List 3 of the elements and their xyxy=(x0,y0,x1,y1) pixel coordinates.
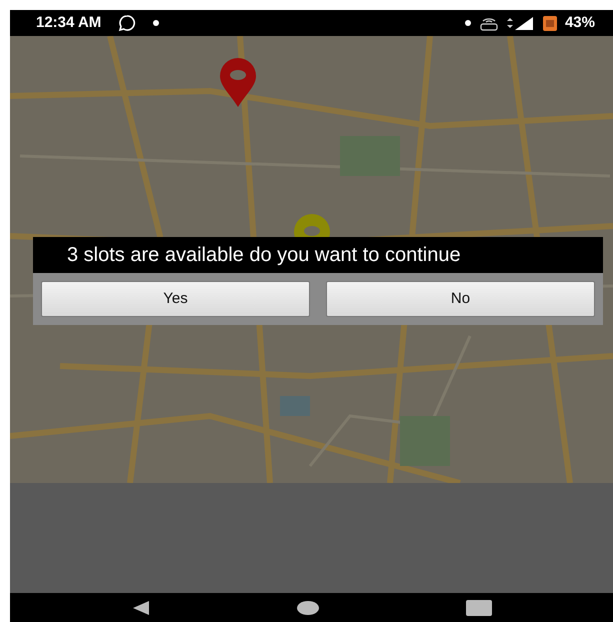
dialog-message: 3 slots are available do you want to continue xyxy=(33,237,603,273)
clock: 12:34 AM xyxy=(36,12,102,33)
battery-percentage: 43% xyxy=(564,12,595,33)
